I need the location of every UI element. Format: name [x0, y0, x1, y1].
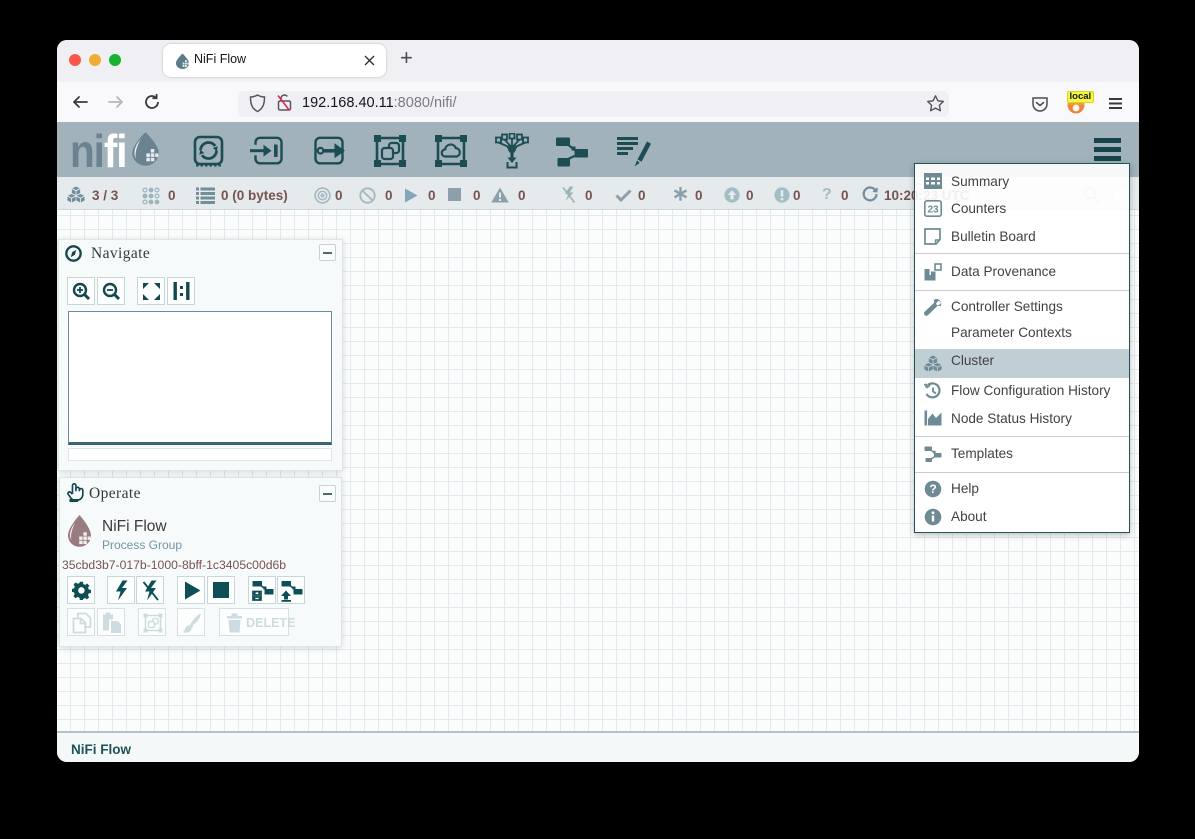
- svg-text:?: ?: [929, 482, 936, 496]
- svg-text:23: 23: [927, 205, 939, 216]
